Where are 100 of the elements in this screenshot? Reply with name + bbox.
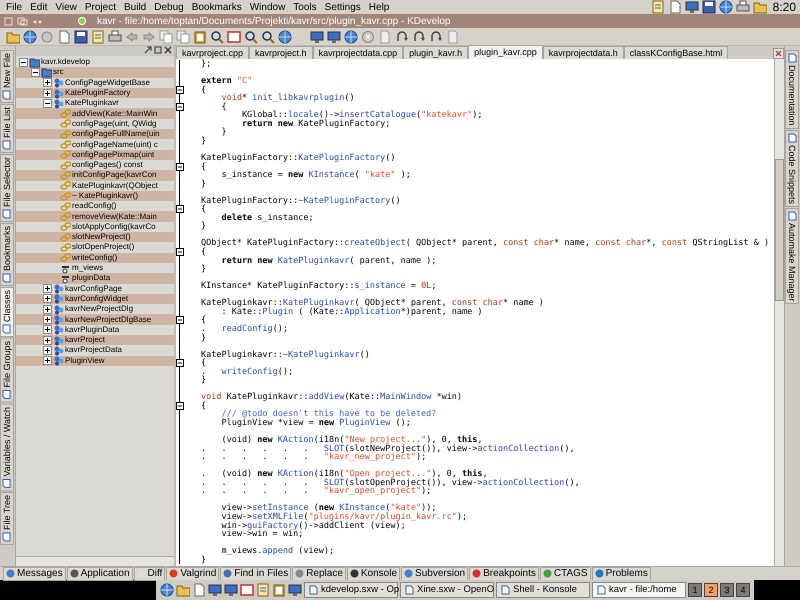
fold-box-icon[interactable]: [176, 248, 184, 256]
side-tab[interactable]: New File: [0, 50, 14, 104]
desktop-button[interactable]: 4: [736, 583, 750, 597]
side-tab[interactable]: Documentation: [785, 50, 799, 129]
tree-item[interactable]: kavrNewProjectDlg: [65, 304, 134, 314]
magnifier-icon[interactable]: [261, 30, 275, 44]
output-tab[interactable]: Problems: [592, 566, 651, 580]
fold-box-icon[interactable]: [176, 102, 184, 111]
fold-box-icon[interactable]: [176, 402, 184, 410]
menu-item[interactable]: Debug: [150, 0, 188, 14]
monitor-icon[interactable]: [288, 583, 302, 597]
magnifier-icon[interactable]: [210, 30, 224, 44]
expand-box-icon[interactable]: [43, 78, 52, 88]
globe-icon[interactable]: [160, 583, 174, 597]
tree-item[interactable]: kavrProjectData: [65, 345, 122, 356]
output-tab[interactable]: Subversion: [401, 566, 468, 580]
monitor-icon[interactable]: [208, 583, 222, 597]
file-tab[interactable]: kavrproject.cpp: [176, 46, 250, 59]
clipboard-icon[interactable]: [193, 30, 207, 44]
expand-box-icon[interactable]: [43, 356, 52, 366]
output-tab[interactable]: Application: [66, 566, 132, 580]
desktop-button[interactable]: 3: [720, 583, 734, 597]
desktop-button[interactable]: 1: [688, 583, 702, 597]
file-tab[interactable]: plugin_kavr.cpp: [468, 45, 543, 59]
globe-icon[interactable]: [278, 30, 292, 44]
tree-item[interactable]: slotOpenProject(): [72, 242, 134, 252]
globe-icon[interactable]: [718, 0, 733, 14]
monitor-icon[interactable]: [310, 30, 324, 44]
side-tab[interactable]: Variables / Watch: [0, 404, 14, 492]
close-icon[interactable]: [773, 48, 784, 59]
horizontal-scrollbar[interactable]: [16, 556, 174, 566]
clipboard-icon[interactable]: [272, 583, 286, 597]
close-icon[interactable]: [164, 46, 172, 54]
notepad-icon[interactable]: [91, 30, 105, 44]
output-tab[interactable]: CTAGS: [540, 566, 591, 580]
desktop-button[interactable]: 2: [704, 583, 718, 597]
window-icon[interactable]: [240, 583, 254, 597]
monitor-icon[interactable]: [684, 0, 699, 14]
tree-item[interactable]: slotApplyConfig(kavrCo: [72, 222, 156, 232]
collapse-box-icon[interactable]: [43, 98, 52, 108]
side-tab[interactable]: File List: [0, 104, 14, 154]
expand-box-icon[interactable]: [43, 336, 52, 345]
output-tab[interactable]: Diff: [134, 566, 166, 580]
side-tab[interactable]: Bookmarks: [0, 223, 14, 286]
collapse-box-icon[interactable]: [31, 68, 40, 77]
fold-box-icon[interactable]: [176, 86, 184, 94]
window-icon[interactable]: [227, 30, 241, 44]
taskbar-button[interactable]: Xine.sxw - OpenO: [400, 582, 494, 598]
output-tab[interactable]: Konsole: [346, 566, 400, 580]
curved-arrow-icon[interactable]: [395, 30, 409, 44]
side-tab[interactable]: File Tree: [0, 492, 14, 546]
menu-item[interactable]: Tools: [289, 0, 321, 14]
menu-item[interactable]: View: [51, 0, 81, 14]
globe-icon[interactable]: [344, 30, 358, 44]
output-tab[interactable]: Messages: [3, 566, 66, 580]
taskbar-button[interactable]: kdevelop.sxw - Op: [304, 582, 398, 598]
expand-box-icon[interactable]: [43, 325, 52, 334]
output-tab[interactable]: Replace: [292, 566, 346, 580]
side-tab[interactable]: Code Snippets: [785, 130, 799, 207]
expand-box-icon[interactable]: [43, 284, 52, 294]
fold-box-icon[interactable]: [176, 359, 184, 368]
tree-item[interactable]: ConfigPageWidgetBase: [65, 78, 150, 88]
collapse-box-icon[interactable]: [19, 58, 28, 67]
side-tab[interactable]: File Groups: [0, 338, 14, 403]
output-tab[interactable]: Find in Files: [220, 566, 292, 580]
expand-box-icon[interactable]: [43, 315, 52, 324]
stop-icon[interactable]: [361, 30, 375, 44]
menu-item[interactable]: Project: [80, 0, 120, 14]
globe-icon[interactable]: [23, 30, 37, 44]
square-icon[interactable]: [4, 16, 13, 26]
side-tab[interactable]: Automake Manager: [785, 208, 799, 304]
printer-icon[interactable]: [736, 0, 750, 14]
tree-item[interactable]: KatePluginkavr: [65, 98, 119, 108]
side-tab[interactable]: File Selector: [0, 154, 14, 222]
notepad-icon[interactable]: [650, 0, 665, 14]
taskbar-button[interactable]: Shell - Konsole: [496, 582, 590, 598]
expand-box-icon[interactable]: [43, 294, 52, 304]
file-tab[interactable]: plugin_kavr.h: [403, 46, 468, 59]
output-tab[interactable]: Breakpoints: [469, 566, 539, 580]
tree-item[interactable]: configPages() const: [72, 160, 143, 170]
menu-item[interactable]: Build: [120, 0, 150, 14]
notepad-icon[interactable]: [256, 583, 270, 597]
magnifier-icon[interactable]: [244, 30, 258, 44]
menu-item[interactable]: Bookmarks: [188, 0, 246, 14]
fold-box-icon[interactable]: [176, 316, 184, 324]
restore-icon[interactable]: [154, 46, 162, 54]
expand-box-icon[interactable]: [43, 88, 52, 98]
printer-icon[interactable]: [108, 30, 122, 44]
expand-box-icon[interactable]: [43, 304, 52, 314]
menu-item[interactable]: File: [2, 0, 26, 14]
monitor-icon[interactable]: [327, 30, 341, 44]
fold-box-icon[interactable]: [176, 205, 184, 214]
file-tab[interactable]: kavrproject.h: [249, 46, 313, 59]
menu-item[interactable]: Settings: [320, 0, 365, 14]
arrow-icon[interactable]: [144, 46, 152, 54]
curved-arrow-icon[interactable]: [412, 30, 426, 44]
file-tab[interactable]: kavrprojectdata.h: [542, 46, 624, 59]
document-icon[interactable]: [192, 583, 206, 597]
monitor-icon[interactable]: [224, 583, 238, 597]
tree-item[interactable]: kavr.kdevelop: [41, 57, 90, 68]
